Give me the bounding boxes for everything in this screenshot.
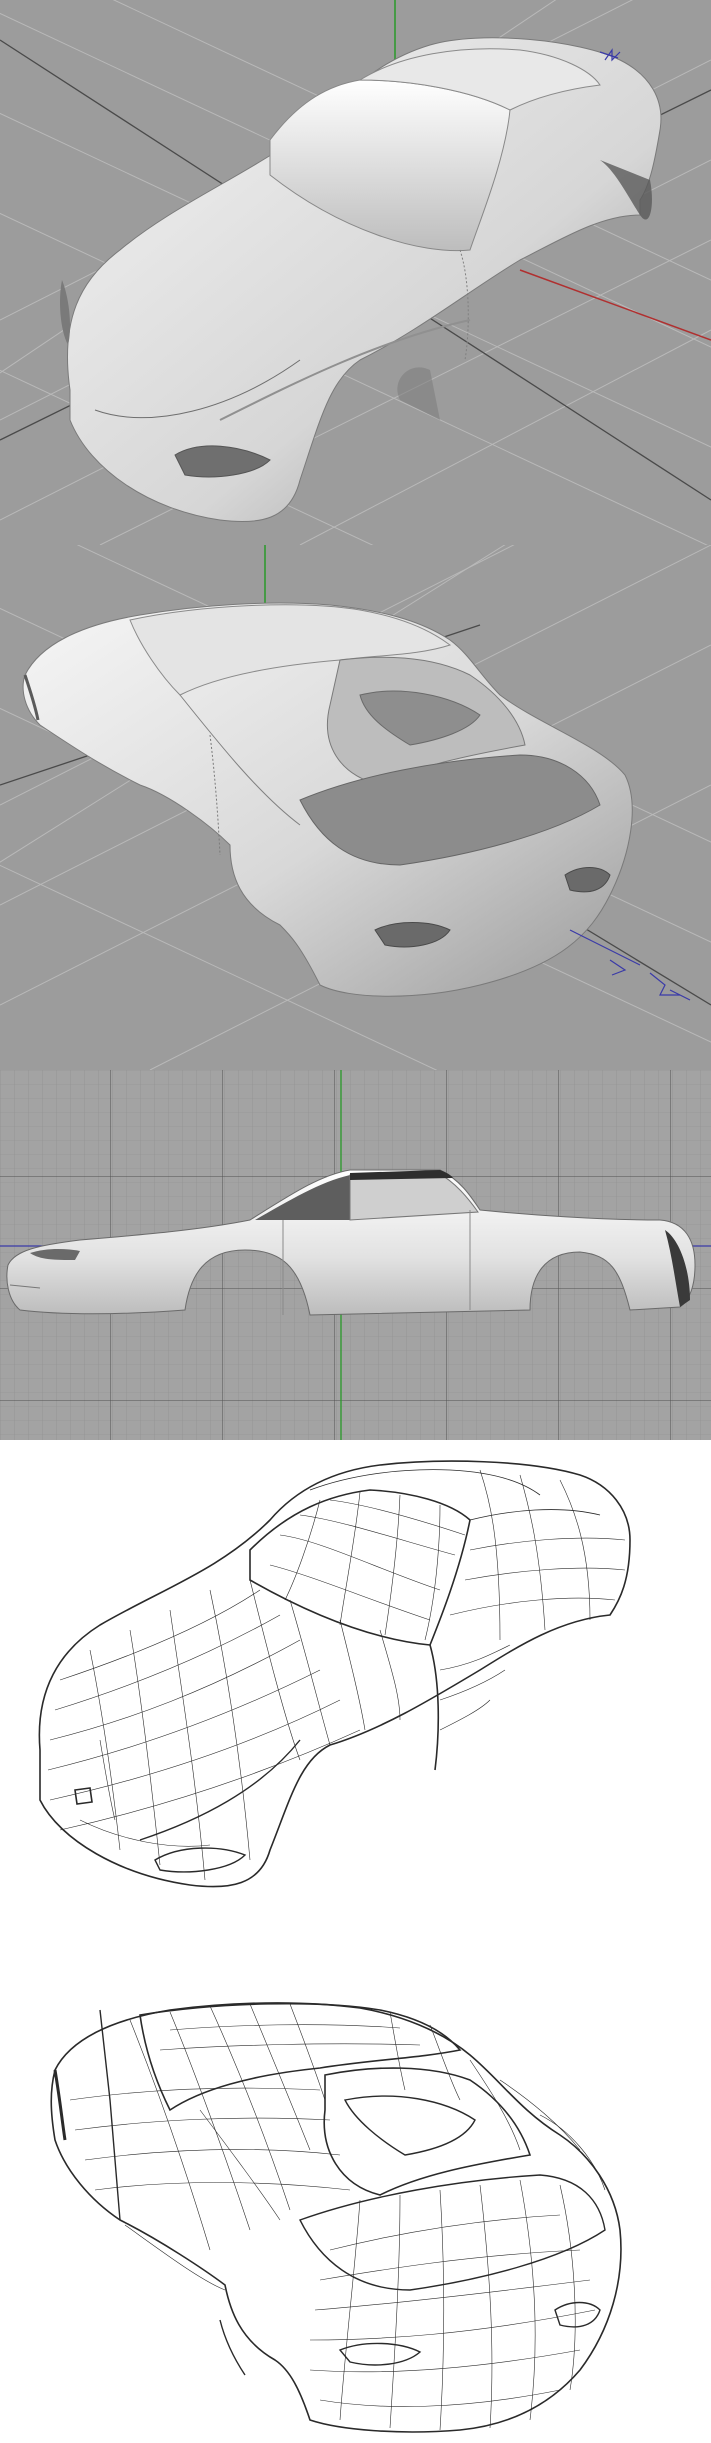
- viewport-canvas[interactable]: [0, 545, 711, 1070]
- viewport-perspective-front[interactable]: [0, 0, 711, 545]
- viewport-canvas[interactable]: [0, 0, 711, 545]
- viewport-wireframe-front[interactable]: [0, 1440, 711, 1950]
- viewport-canvas[interactable]: [0, 1070, 711, 1440]
- viewport-perspective-rear[interactable]: [0, 545, 711, 1070]
- viewport-side-orthographic[interactable]: [0, 1070, 711, 1440]
- viewport-background: [0, 1950, 711, 2443]
- viewport-canvas[interactable]: [0, 1950, 711, 2443]
- viewport-wireframe-rear[interactable]: [0, 1950, 711, 2443]
- viewport-canvas[interactable]: [0, 1440, 711, 1950]
- viewport-background: [0, 1440, 711, 1950]
